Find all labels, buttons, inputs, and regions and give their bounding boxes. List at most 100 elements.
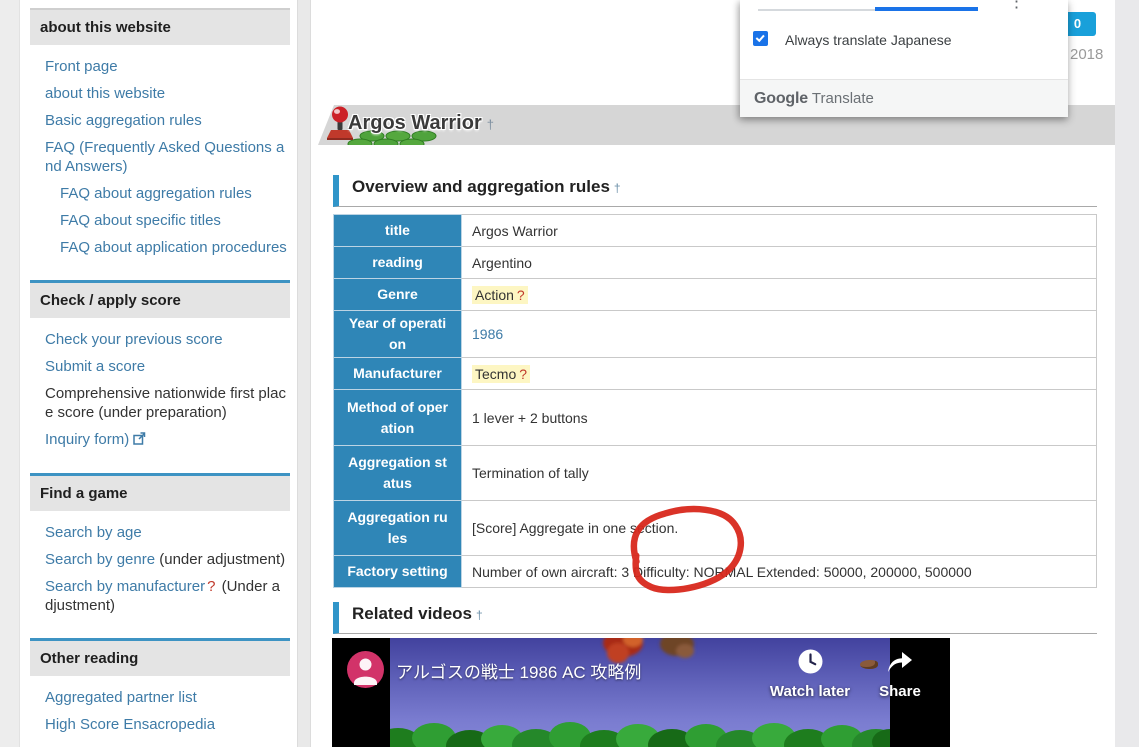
sidebar-item-submit-score[interactable]: Submit a score <box>45 357 287 376</box>
manufacturer-text: Tecmo <box>475 366 516 382</box>
row-value-genre: Action? <box>462 279 1097 311</box>
row-header-year: Year of operation <box>334 311 462 358</box>
page-left-margin <box>0 0 20 747</box>
table-row: title Argos Warrior <box>334 215 1097 247</box>
row-header-title: title <box>334 215 462 247</box>
sidebar-list-about: Front page about this website Basic aggr… <box>30 45 290 280</box>
external-link-icon <box>133 431 146 450</box>
tooltip-question-icon[interactable]: ? <box>517 287 525 303</box>
row-header-manufacturer: Manufacturer <box>334 358 462 390</box>
row-header-reading: reading <box>334 247 462 279</box>
share-label: Share <box>855 683 945 700</box>
table-row: Method of operation 1 lever + 2 buttons <box>334 390 1097 446</box>
sidebar-item-label: Search by genre <box>45 551 155 568</box>
sidebar-item-basic-aggregation-rules[interactable]: Basic aggregation rules <box>45 111 287 130</box>
section-heading-related-videos: Related videos † <box>333 602 1097 634</box>
watch-later-button[interactable]: Watch later <box>755 648 865 700</box>
clock-icon <box>797 648 824 675</box>
channel-avatar[interactable] <box>347 651 384 688</box>
manufacturer-tooltip-term[interactable]: Tecmo? <box>472 365 530 383</box>
sidebar-item-label: Inquiry form) <box>45 431 129 448</box>
sidebar-section-other-reading: Other reading <box>30 638 290 676</box>
sidebar-item-search-by-genre[interactable]: Search by genre (under adjustment) <box>45 550 287 569</box>
sidebar-main-divider <box>297 0 311 747</box>
genre-text: Action <box>475 287 514 303</box>
row-header-aggregation-rules: Aggregation rules <box>334 501 462 556</box>
sidebar-item-about-this-website[interactable]: about this website <box>45 84 287 103</box>
sidebar-item-faq-application-procedures[interactable]: FAQ about application procedures <box>45 238 287 257</box>
sidebar-item-aggregated-partner-list[interactable]: Aggregated partner list <box>45 688 287 707</box>
row-value-reading: Argentino <box>462 247 1097 279</box>
tooltip-question-icon[interactable]: ? <box>519 366 527 382</box>
date-year-text: 2018 <box>1070 46 1103 63</box>
table-row: Factory setting Number of own aircraft: … <box>334 556 1097 588</box>
section-heading-overview: Overview and aggregation rules † <box>333 175 1097 207</box>
sidebar-item-comprehensive-score: Comprehensive nationwide first place sco… <box>45 384 287 422</box>
video-title[interactable]: アルゴスの戦士 1986 AC 攻略例 <box>396 658 641 683</box>
sidebar-item-check-previous-score[interactable]: Check your previous score <box>45 330 287 349</box>
row-header-aggregation-status: Aggregation status <box>334 446 462 501</box>
sidebar-item-faq-specific-titles[interactable]: FAQ about specific titles <box>45 211 287 230</box>
sidebar-item-search-by-age[interactable]: Search by age <box>45 523 287 542</box>
page-title: Argos Warrior † <box>348 112 494 135</box>
page: about this website Front page about this… <box>0 0 1139 747</box>
sidebar-list-other-reading: Aggregated partner list High Score Ensac… <box>30 676 290 747</box>
sidebar-item-faq[interactable]: FAQ (Frequently Asked Questions and Answ… <box>45 138 287 176</box>
anchor-dagger-icon[interactable]: † <box>614 181 621 195</box>
share-arrow-icon <box>885 648 915 675</box>
table-row: Aggregation status Termination of tally <box>334 446 1097 501</box>
row-value-title: Argos Warrior <box>462 215 1097 247</box>
sidebar-item-label: Search by manufacturer <box>45 578 205 595</box>
section-heading-text: Overview and aggregation rules <box>352 177 610 196</box>
row-header-genre: Genre <box>334 279 462 311</box>
tab-underline <box>758 9 875 11</box>
game-info-table: title Argos Warrior reading Argentino Ge… <box>333 214 1097 588</box>
google-wordmark: Google <box>754 90 808 107</box>
table-row: Aggregation rules [Score] Aggregate in o… <box>334 501 1097 556</box>
checkbox-check-icon <box>756 32 765 41</box>
person-icon <box>347 651 384 688</box>
sidebar-item-front-page[interactable]: Front page <box>45 57 287 76</box>
row-value-manufacturer: Tecmo? <box>462 358 1097 390</box>
row-value-year: 1986 <box>462 311 1097 358</box>
always-translate-checkbox[interactable] <box>753 31 768 46</box>
table-row: Genre Action? <box>334 279 1097 311</box>
sidebar-section-about: about this website <box>30 8 290 45</box>
share-button[interactable]: Share <box>855 648 945 700</box>
watch-later-label: Watch later <box>755 683 865 700</box>
bushes-graphic <box>390 698 890 747</box>
page-title-text: Argos Warrior <box>348 112 482 134</box>
row-value-aggregation-rules: [Score] Aggregate in one section. <box>462 501 1097 556</box>
popup-menu-dots-icon[interactable]: ⋮ <box>1008 0 1025 12</box>
row-value-factory-setting: Number of own aircraft: 3 Difficulty: NO… <box>462 556 1097 588</box>
google-translate-popup: ⋮ Always translate Japanese GoogleTransl… <box>740 0 1068 117</box>
section-heading-text: Related videos <box>352 604 472 623</box>
row-value-method: 1 lever + 2 buttons <box>462 390 1097 446</box>
translate-wordmark: Translate <box>812 90 874 107</box>
sidebar-item-note: (under adjustment) <box>155 551 285 568</box>
google-translate-logo: GoogleTranslate <box>754 90 874 108</box>
sidebar-section-find-game: Find a game <box>30 473 290 511</box>
sidebar-item-search-by-manufacturer[interactable]: Search by manufacturer? (Under adjustmen… <box>45 577 287 615</box>
sidebar: about this website Front page about this… <box>30 0 290 747</box>
table-row: Year of operation 1986 <box>334 311 1097 358</box>
anchor-dagger-icon[interactable]: † <box>487 117 494 132</box>
anchor-dagger-icon[interactable]: † <box>476 608 483 622</box>
row-value-aggregation-status: Termination of tally <box>462 446 1097 501</box>
sidebar-item-high-score-ensacropedia[interactable]: High Score Ensacropedia <box>45 715 287 734</box>
row-header-factory-setting: Factory setting <box>334 556 462 588</box>
sidebar-list-check-apply: Check your previous score Submit a score… <box>30 318 290 473</box>
youtube-video-player[interactable]: アルゴスの戦士 1986 AC 攻略例 Watch later Share <box>332 638 950 747</box>
sidebar-list-find-game: Search by age Search by genre (under adj… <box>30 511 290 638</box>
page-right-margin <box>1115 0 1139 747</box>
sidebar-item-inquiry-form[interactable]: Inquiry form) <box>45 430 287 450</box>
active-tab-indicator <box>875 7 978 11</box>
popup-footer: GoogleTranslate <box>740 79 1068 117</box>
table-row: reading Argentino <box>334 247 1097 279</box>
always-translate-label: Always translate Japanese <box>785 32 952 48</box>
year-link[interactable]: 1986 <box>472 326 503 342</box>
sidebar-item-faq-aggregation-rules[interactable]: FAQ about aggregation rules <box>45 184 287 203</box>
row-header-method: Method of operation <box>334 390 462 446</box>
tooltip-question-icon[interactable]: ? <box>207 578 215 595</box>
genre-tooltip-term[interactable]: Action? <box>472 286 528 304</box>
